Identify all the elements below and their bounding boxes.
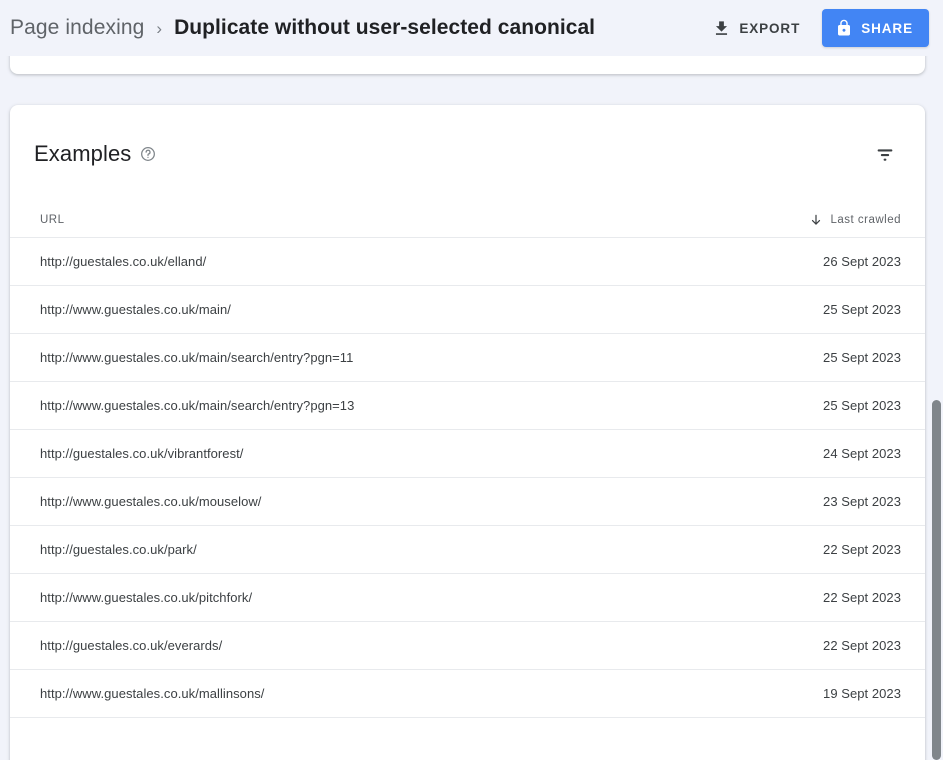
cell-url[interactable]: http://guestales.co.uk/elland/ — [40, 254, 823, 269]
chevron-right-icon: › — [156, 18, 163, 38]
cell-url[interactable]: http://guestales.co.uk/vibrantforest/ — [40, 446, 823, 461]
filter-button[interactable] — [865, 134, 905, 174]
previous-card-partial — [10, 56, 925, 74]
examples-card-header: Examples — [10, 105, 925, 202]
page-scroll-area: Examples URL Last crawled http://guestal… — [0, 56, 943, 760]
cell-last-crawled: 25 Sept 2023 — [823, 350, 901, 365]
share-button-label: SHARE — [861, 20, 913, 36]
page-title: Duplicate without user-selected canonica… — [174, 16, 596, 39]
cell-last-crawled: 19 Sept 2023 — [823, 686, 901, 701]
examples-table: URL Last crawled http://guestales.co.uk/… — [10, 202, 925, 760]
cell-url[interactable]: http://www.guestales.co.uk/mouselow/ — [40, 494, 823, 509]
cell-url[interactable]: http://www.guestales.co.uk/pitchfork/ — [40, 590, 823, 605]
table-row[interactable] — [10, 718, 925, 760]
examples-title: Examples — [34, 140, 132, 166]
cell-last-crawled: 24 Sept 2023 — [823, 446, 901, 461]
cell-url[interactable]: http://www.guestales.co.uk/main/search/e… — [40, 350, 823, 365]
table-header-row: URL Last crawled — [10, 202, 925, 238]
export-button-label: EXPORT — [739, 20, 801, 36]
cell-url[interactable]: http://guestales.co.uk/park/ — [40, 542, 823, 557]
table-row[interactable]: http://guestales.co.uk/vibrantforest/24 … — [10, 430, 925, 478]
table-row[interactable]: http://www.guestales.co.uk/mallinsons/19… — [10, 670, 925, 718]
column-header-last-crawled-label: Last crawled — [830, 213, 901, 226]
column-header-url[interactable]: URL — [40, 214, 809, 226]
cell-last-crawled: 25 Sept 2023 — [823, 398, 901, 413]
share-button[interactable]: SHARE — [822, 9, 929, 47]
cell-url[interactable]: http://www.guestales.co.uk/mallinsons/ — [40, 686, 823, 701]
breadcrumb: Page indexing › Duplicate without user-s… — [10, 16, 702, 40]
export-button[interactable]: EXPORT — [702, 11, 810, 46]
table-body: http://guestales.co.uk/elland/26 Sept 20… — [10, 238, 925, 760]
cell-last-crawled: 23 Sept 2023 — [823, 494, 901, 509]
arrow-down-icon — [809, 213, 823, 227]
table-row[interactable]: http://www.guestales.co.uk/main/search/e… — [10, 334, 925, 382]
breadcrumb-parent-link[interactable]: Page indexing — [10, 16, 144, 40]
help-circle-icon[interactable] — [140, 146, 156, 162]
lock-icon — [835, 19, 853, 37]
table-row[interactable]: http://www.guestales.co.uk/mouselow/23 S… — [10, 478, 925, 526]
cell-url[interactable]: http://www.guestales.co.uk/main/ — [40, 302, 823, 317]
examples-card: Examples URL Last crawled http://guestal… — [10, 105, 925, 760]
cell-last-crawled: 26 Sept 2023 — [823, 254, 901, 269]
table-row[interactable]: http://guestales.co.uk/everards/22 Sept … — [10, 622, 925, 670]
topbar-actions: EXPORT SHARE — [702, 9, 929, 47]
table-row[interactable]: http://www.guestales.co.uk/pitchfork/22 … — [10, 574, 925, 622]
examples-title-group: Examples — [34, 141, 865, 167]
top-app-bar: Page indexing › Duplicate without user-s… — [0, 0, 943, 56]
vertical-scrollbar-thumb[interactable] — [932, 400, 941, 760]
table-row[interactable]: http://guestales.co.uk/park/22 Sept 2023 — [10, 526, 925, 574]
cell-last-crawled: 22 Sept 2023 — [823, 638, 901, 653]
table-row[interactable]: http://www.guestales.co.uk/main/25 Sept … — [10, 286, 925, 334]
table-row[interactable]: http://www.guestales.co.uk/main/search/e… — [10, 382, 925, 430]
cell-last-crawled: 22 Sept 2023 — [823, 542, 901, 557]
table-row[interactable]: http://guestales.co.uk/elland/26 Sept 20… — [10, 238, 925, 286]
download-icon — [712, 19, 731, 38]
filter-icon — [874, 143, 896, 165]
column-header-last-crawled[interactable]: Last crawled — [809, 213, 901, 227]
cell-url[interactable]: http://www.guestales.co.uk/main/search/e… — [40, 398, 823, 413]
cell-last-crawled: 22 Sept 2023 — [823, 590, 901, 605]
cell-url[interactable]: http://guestales.co.uk/everards/ — [40, 638, 823, 653]
cell-last-crawled: 25 Sept 2023 — [823, 302, 901, 317]
vertical-scrollbar-track[interactable] — [928, 56, 943, 760]
